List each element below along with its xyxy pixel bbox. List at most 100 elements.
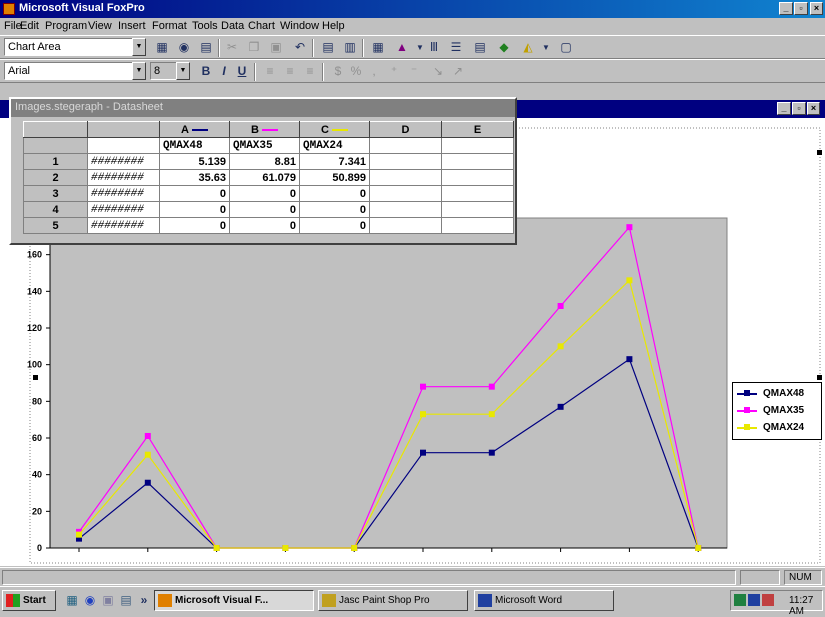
column-header-d[interactable]: D [369, 121, 442, 138]
table-cell[interactable] [369, 169, 442, 186]
table-cell[interactable] [441, 169, 514, 186]
paste-icon[interactable]: ▣ [266, 39, 286, 57]
table-cell[interactable] [369, 201, 442, 218]
increase-decimal-icon[interactable]: ⁺ [384, 63, 404, 81]
align-center-icon[interactable]: ≡ [280, 63, 300, 81]
help-icon[interactable]: ▢ [556, 39, 576, 57]
copy-icon[interactable]: ❐ [244, 39, 264, 57]
table-cell[interactable] [441, 185, 514, 202]
quicklaunch-desktop-icon[interactable]: ▦ [62, 592, 82, 610]
series-name-cell[interactable]: QMAX24 [299, 137, 370, 154]
undo-icon[interactable]: ↶ [290, 39, 310, 57]
minimize-button[interactable]: _ [777, 102, 791, 115]
cut-icon[interactable]: ✂ [222, 39, 242, 57]
value-cell[interactable]: 0 [159, 201, 230, 218]
chevron-down-icon[interactable]: ▼ [536, 39, 556, 57]
comma-style-icon[interactable]: , [364, 63, 384, 81]
table-cell[interactable] [441, 201, 514, 218]
view-datasheet-icon[interactable]: ▤ [196, 39, 216, 57]
row-header[interactable]: 5 [23, 217, 88, 234]
menu-window[interactable]: Window [280, 20, 319, 32]
date-cell[interactable]: ######## [87, 153, 160, 170]
close-button[interactable]: × [807, 102, 820, 115]
tray-network-icon[interactable] [734, 594, 746, 606]
datasheet-window[interactable]: Images.stegeraph - Datasheet A B C D E Q… [9, 97, 517, 245]
date-cell[interactable]: ######## [87, 169, 160, 186]
drawing-icon[interactable]: ◆ [494, 39, 514, 57]
tray-app-icon[interactable] [762, 594, 774, 606]
value-cell[interactable]: 7.341 [299, 153, 370, 170]
chart-object-combo[interactable]: Chart Area ▼ [4, 38, 146, 56]
currency-style-icon[interactable]: $ [328, 63, 348, 81]
quicklaunch-more-icon[interactable]: » [134, 592, 154, 610]
vertical-gridlines-icon[interactable]: ☰ [446, 39, 466, 57]
horizontal-gridlines-icon[interactable]: Ⅲ [424, 39, 444, 57]
value-cell[interactable]: 0 [229, 217, 300, 234]
value-cell[interactable]: 0 [299, 217, 370, 234]
minimize-button[interactable]: _ [779, 2, 793, 15]
table-cell[interactable] [441, 217, 514, 234]
table-cell[interactable] [369, 185, 442, 202]
table-cell[interactable] [369, 153, 442, 170]
table-cell[interactable] [369, 217, 442, 234]
tray-language-icon[interactable] [748, 594, 760, 606]
table-cell[interactable] [441, 137, 514, 154]
row-header[interactable]: 1 [23, 153, 88, 170]
import-file-icon[interactable]: ◉ [174, 39, 194, 57]
bold-button[interactable]: B [196, 63, 216, 81]
foxpro-app-icon[interactable] [3, 3, 15, 15]
taskbar-item-word[interactable]: Microsoft Word [474, 590, 614, 611]
value-cell[interactable]: 50.899 [299, 169, 370, 186]
by-row-icon[interactable]: ▤ [318, 39, 338, 57]
angle-text-down-icon[interactable]: ↘ [428, 63, 448, 81]
date-cell[interactable]: ######## [87, 217, 160, 234]
value-cell[interactable]: 0 [299, 185, 370, 202]
row-header[interactable]: 3 [23, 185, 88, 202]
angle-text-up-icon[interactable]: ↗ [448, 63, 468, 81]
value-cell[interactable]: 0 [159, 185, 230, 202]
menu-edit[interactable]: Edit [20, 20, 39, 32]
start-button[interactable]: Start [2, 590, 56, 611]
close-button[interactable]: × [810, 2, 823, 15]
format-object-icon[interactable]: ▦ [152, 39, 172, 57]
row-header[interactable]: 4 [23, 201, 88, 218]
menu-insert[interactable]: Insert [118, 20, 146, 32]
taskbar-item-paintshop[interactable]: Jasc Paint Shop Pro [318, 590, 468, 611]
table-cell[interactable] [369, 137, 442, 154]
quicklaunch-browser-icon[interactable]: ◉ [80, 592, 100, 610]
chevron-down-icon[interactable]: ▼ [132, 62, 146, 80]
decrease-decimal-icon[interactable]: ⁻ [404, 63, 424, 81]
legend-icon[interactable]: ▤ [470, 39, 490, 57]
value-cell[interactable]: 0 [299, 201, 370, 218]
restore-button[interactable]: ▫ [794, 2, 808, 15]
row-header-blank[interactable] [23, 137, 88, 154]
chart-legend[interactable]: QMAX48 QMAX35 QMAX24 [732, 382, 822, 440]
restore-button[interactable]: ▫ [792, 102, 806, 115]
align-right-icon[interactable]: ≡ [300, 63, 320, 81]
font-size-combo[interactable]: 8 ▼ [150, 62, 190, 80]
series-name-cell[interactable]: QMAX48 [159, 137, 230, 154]
value-cell[interactable]: 0 [229, 201, 300, 218]
underline-button[interactable]: U [232, 63, 252, 81]
italic-button[interactable]: I [214, 63, 234, 81]
value-cell[interactable]: 61.079 [229, 169, 300, 186]
menu-view[interactable]: View [88, 20, 112, 32]
menu-chart[interactable]: Chart [248, 20, 275, 32]
quicklaunch-channels-icon[interactable]: ▣ [98, 592, 118, 610]
date-cell[interactable]: ######## [87, 185, 160, 202]
column-header-e[interactable]: E [441, 121, 514, 138]
row-header[interactable]: 2 [23, 169, 88, 186]
menu-help[interactable]: Help [322, 20, 345, 32]
chart-type-icon[interactable]: ▲ [392, 39, 412, 57]
table-cell[interactable] [87, 137, 160, 154]
column-header-blank[interactable] [87, 121, 160, 138]
align-left-icon[interactable]: ≡ [260, 63, 280, 81]
series-name-cell[interactable]: QMAX35 [229, 137, 300, 154]
date-cell[interactable]: ######## [87, 201, 160, 218]
value-cell[interactable]: 5.139 [159, 153, 230, 170]
value-cell[interactable]: 35.63 [159, 169, 230, 186]
column-header-c[interactable]: C [299, 121, 370, 138]
value-cell[interactable]: 0 [159, 217, 230, 234]
taskbar-item-foxpro[interactable]: Microsoft Visual F... [154, 590, 314, 611]
data-table-icon[interactable]: ▦ [368, 39, 388, 57]
